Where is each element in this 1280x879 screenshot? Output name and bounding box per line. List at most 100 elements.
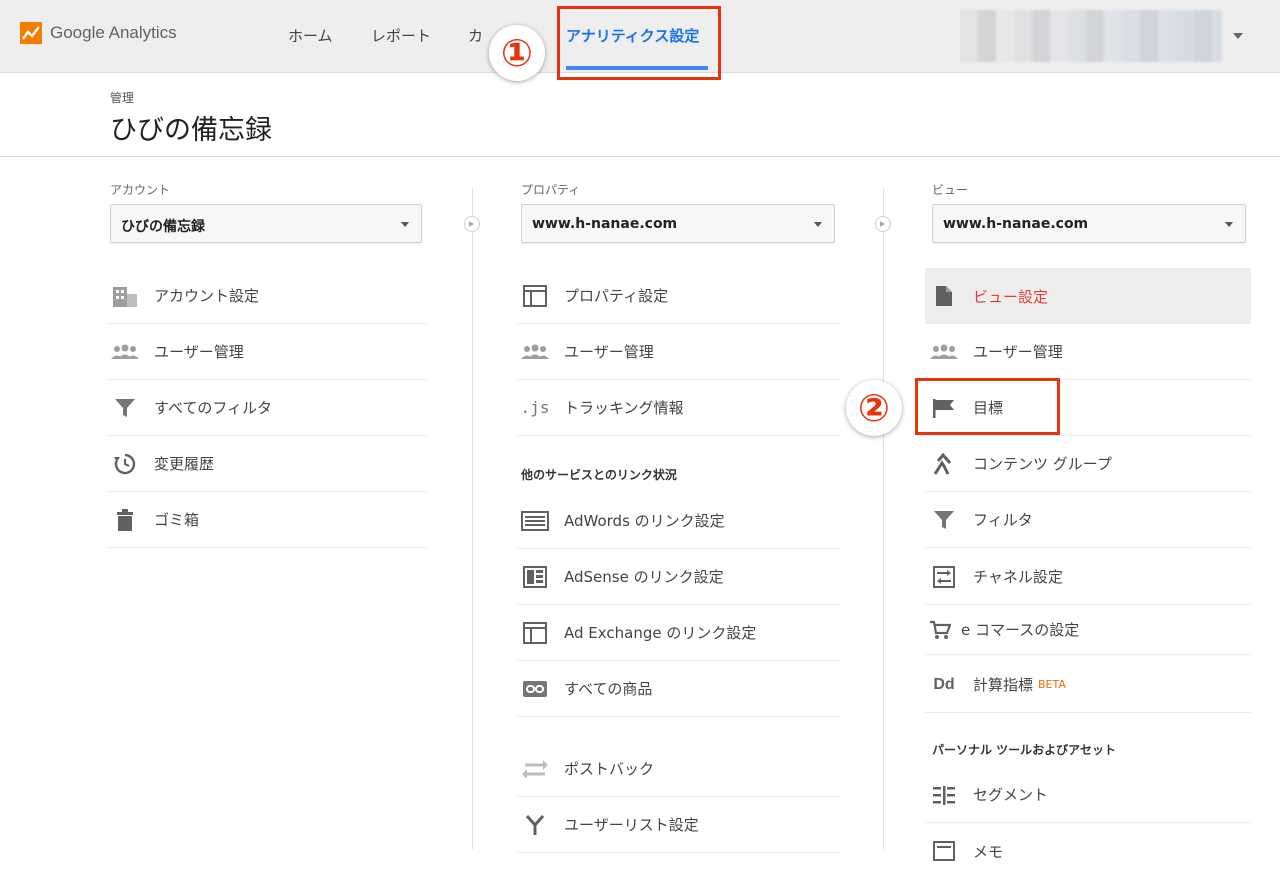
calculated-metrics-item[interactable]: Dd 計算指標 BETA	[925, 657, 1251, 713]
account-trash-item[interactable]: ゴミ箱	[106, 492, 428, 548]
personal-tools-heading: パーソナル ツールおよびアセット	[932, 743, 1116, 757]
item-label: AdWords のリンク設定	[564, 512, 725, 530]
item-label: セグメント	[973, 786, 1049, 804]
property-column-label: プロパティ	[521, 183, 581, 197]
annotations-item[interactable]: メモ	[925, 823, 1251, 879]
item-label: ゴミ箱	[154, 511, 200, 529]
building-icon	[110, 283, 140, 309]
property-settings-item[interactable]: プロパティ設定	[516, 268, 840, 324]
account-column-label: アカウント	[110, 183, 171, 197]
audience-settings-item[interactable]: ユーザーリスト設定	[516, 797, 840, 853]
filter-icon	[929, 507, 959, 533]
annotation-step-2: ②	[846, 380, 902, 436]
postback-icon	[520, 756, 550, 782]
annotation-step-1: ①	[489, 25, 545, 81]
chevron-down-icon	[401, 222, 409, 227]
breadcrumb: 管理	[110, 91, 135, 105]
item-label: 変更履歴	[154, 455, 215, 473]
item-label: アカウント設定	[154, 287, 260, 305]
property-tracking-info-item[interactable]: .js トラッキング情報	[516, 380, 840, 436]
adsense-link-item[interactable]: AdSense のリンク設定	[516, 549, 840, 605]
account-filters-item[interactable]: すべてのフィルタ	[106, 380, 428, 436]
users-icon	[929, 339, 959, 365]
item-label: 計算指標	[973, 676, 1034, 694]
item-label: プロパティ設定	[564, 287, 669, 305]
content-grouping-item[interactable]: コンテンツ グループ	[925, 436, 1251, 492]
ecommerce-settings-item[interactable]: e コマースの設定	[925, 605, 1251, 655]
beta-badge: BETA	[1038, 678, 1066, 691]
page-title: ひびの備忘録	[110, 115, 272, 146]
property-select[interactable]: www.h-nanae.com	[521, 204, 835, 243]
item-label: ビュー設定	[973, 287, 1049, 306]
account-user-management-item[interactable]: ユーザー管理	[106, 324, 428, 380]
view-select[interactable]: www.h-nanae.com	[932, 204, 1246, 243]
view-filters-item[interactable]: フィルタ	[925, 492, 1251, 548]
view-select-value: www.h-nanae.com	[943, 216, 1089, 232]
item-label: AdSense のリンク設定	[564, 568, 724, 586]
dd-icon: Dd	[933, 675, 955, 693]
arrow-right-icon	[464, 216, 480, 232]
users-icon	[110, 339, 140, 365]
nav-customize[interactable]: カ	[468, 25, 483, 46]
property-layout-icon	[520, 283, 550, 309]
adexchange-link-item[interactable]: Ad Exchange のリンク設定	[516, 605, 840, 661]
view-settings-item[interactable]: ビュー設定	[925, 268, 1251, 324]
account-selector-blurred[interactable]	[960, 10, 1222, 62]
item-label: チャネル設定	[973, 568, 1063, 586]
item-label: トラッキング情報	[564, 399, 684, 417]
filter-icon	[110, 395, 140, 421]
item-label: すべてのフィルタ	[154, 399, 273, 417]
highlight-box-goals	[915, 378, 1060, 435]
adexchange-icon	[520, 620, 550, 646]
item-label: ユーザーリスト設定	[564, 816, 699, 834]
item-label: フィルタ	[973, 511, 1033, 529]
item-label: メモ	[973, 842, 1004, 861]
item-label: ユーザー管理	[564, 343, 654, 361]
property-user-management-item[interactable]: ユーザー管理	[516, 324, 840, 380]
link-icon	[520, 676, 550, 702]
nav-reports[interactable]: レポート	[371, 25, 431, 46]
divider	[0, 156, 1280, 157]
content-group-icon	[929, 451, 959, 477]
highlight-box-admin	[557, 6, 721, 80]
js-icon: .js	[520, 398, 550, 417]
audience-icon	[520, 812, 550, 838]
item-label: e コマースの設定	[961, 621, 1080, 639]
chevron-down-icon[interactable]	[1233, 33, 1243, 39]
users-icon	[520, 339, 550, 365]
adwords-link-item[interactable]: AdWords のリンク設定	[516, 493, 840, 549]
adwords-icon	[520, 508, 550, 534]
adsense-icon	[520, 564, 550, 590]
analytics-logo-icon	[20, 22, 42, 44]
account-select-value: ひびの備忘録	[121, 219, 205, 235]
chevron-down-icon	[1225, 222, 1233, 227]
column-divider	[472, 188, 473, 849]
link-section-heading: 他のサービスとのリンク状況	[521, 468, 677, 482]
arrow-right-icon	[875, 216, 891, 232]
all-products-item[interactable]: すべての商品	[516, 661, 840, 717]
item-label: ユーザー管理	[154, 343, 244, 361]
account-settings-item[interactable]: アカウント設定	[106, 268, 428, 324]
app-name: Google Analytics	[50, 23, 177, 42]
channel-icon	[929, 564, 959, 590]
nav-home[interactable]: ホーム	[288, 25, 333, 46]
view-user-management-item[interactable]: ユーザー管理	[925, 324, 1251, 380]
app-logo[interactable]: Google Analytics	[20, 22, 177, 44]
view-column-label: ビュー	[932, 183, 969, 197]
postback-item[interactable]: ポストバック	[516, 741, 840, 797]
column-divider	[883, 188, 884, 849]
segments-item[interactable]: セグメント	[925, 767, 1251, 823]
cart-icon	[929, 617, 951, 643]
history-icon	[110, 451, 140, 477]
chevron-down-icon	[814, 222, 822, 227]
property-select-value: www.h-nanae.com	[532, 216, 678, 232]
segment-icon	[929, 782, 959, 808]
item-label: ポストバック	[564, 760, 655, 778]
document-icon	[929, 283, 959, 309]
account-change-history-item[interactable]: 変更履歴	[106, 436, 428, 492]
item-label: Ad Exchange のリンク設定	[564, 624, 757, 642]
item-label: ユーザー管理	[973, 343, 1063, 361]
channel-settings-item[interactable]: チャネル設定	[925, 549, 1251, 605]
note-icon	[929, 838, 959, 864]
account-select[interactable]: ひびの備忘録	[110, 204, 422, 243]
